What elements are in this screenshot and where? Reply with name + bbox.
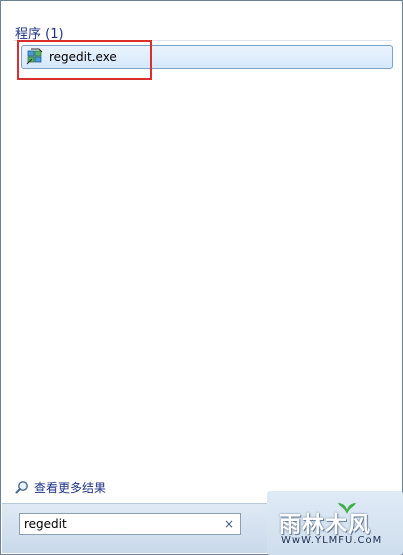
annotation-highlight-box <box>17 40 152 80</box>
search-icon <box>15 481 28 494</box>
search-box[interactable]: × <box>19 513 241 535</box>
search-input[interactable] <box>24 516 214 532</box>
start-menu-panel: 程序 (1) regedit.exe 查看更多结果 × 雨林木风 <box>0 0 403 555</box>
see-more-results-label: 查看更多结果 <box>34 481 107 495</box>
leaf-icon <box>338 503 356 514</box>
clear-search-button[interactable]: × <box>224 517 234 531</box>
watermark-url: WwW.YLMFU.CoM <box>281 535 383 546</box>
site-watermark: 雨林木风 WwW.YLMFU.CoM <box>267 491 403 555</box>
